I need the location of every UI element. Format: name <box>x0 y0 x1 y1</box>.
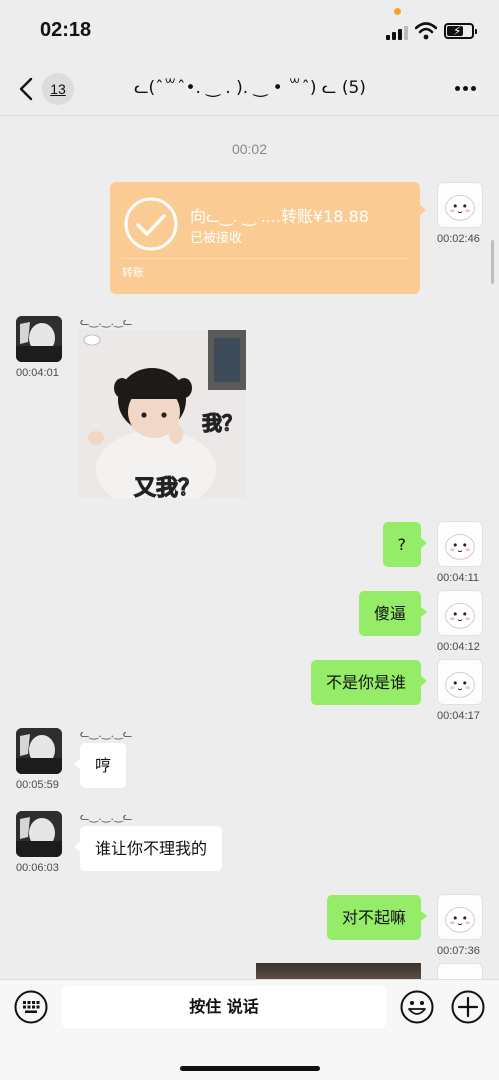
hold-to-talk-button[interactable]: 按住 说话 <box>62 986 386 1028</box>
chat-bubble[interactable]: 傻逼 <box>358 591 428 636</box>
message-timestamp: 00:04:11 <box>437 572 480 584</box>
my-avatar[interactable] <box>437 659 483 705</box>
my-avatar[interactable] <box>437 521 483 567</box>
my-avatar[interactable] <box>437 590 483 636</box>
sticker-caption-bottom: 又我？ <box>133 476 201 499</box>
cellular-signal-icon <box>386 24 408 40</box>
status-time: 02:18 <box>40 19 92 41</box>
transfer-type-label: 转账 <box>122 266 144 279</box>
chat-bubble[interactable]: 对不起嘛 <box>326 895 428 940</box>
chat-title: ᓚ(ˆ꒳ˆ•. ‿ . ). ‿ • ꒳ˆ) ᓚ (5) <box>134 78 366 98</box>
status-bar: 02:18 ⚡ <box>0 0 499 62</box>
my-avatar[interactable] <box>437 894 483 940</box>
contact-avatar[interactable] <box>16 728 62 774</box>
my-avatar[interactable] <box>437 963 483 979</box>
plus-circle-icon[interactable] <box>451 990 485 1024</box>
privacy-indicator-dot <box>394 8 401 15</box>
time-divider: 00:02 <box>231 141 268 157</box>
message-timestamp: 00:04:12 <box>437 641 480 653</box>
message-timestamp: 00:04:17 <box>437 710 480 722</box>
chat-bubble[interactable]: 谁让你不理我的 <box>73 826 223 871</box>
input-bar: 按住 说话 <box>0 979 499 1080</box>
sender-name: ᓚ‿.‿.‿ᓚ <box>80 315 133 328</box>
keyboard-icon[interactable] <box>14 990 48 1024</box>
transfer-title: 向ᓚ‿. ‿ ....转账¥18.88 <box>190 207 369 226</box>
sticker-caption-top: 我？ <box>202 411 243 436</box>
scrollbar[interactable] <box>491 240 494 284</box>
message-timestamp: 00:05:59 <box>16 779 59 791</box>
chat-bubble[interactable]: ? <box>382 522 427 567</box>
my-avatar[interactable] <box>437 182 483 228</box>
check-circle-icon <box>124 197 178 251</box>
chat-bubble[interactable]: 不是你是谁 <box>310 660 428 705</box>
transfer-divider <box>122 258 408 259</box>
message-timestamp: 00:02:46 <box>437 233 480 245</box>
message-timestamp: 00:04:01 <box>16 367 59 379</box>
contact-avatar[interactable] <box>16 316 62 362</box>
transfer-status: 已被接收 <box>190 231 243 246</box>
image-message-partial[interactable] <box>256 963 421 979</box>
ellipsis-icon[interactable] <box>455 86 476 92</box>
message-timestamp: 00:07:36 <box>437 945 480 957</box>
chat-header: 13 ᓚ(ˆ꒳ˆ•. ‿ . ). ‿ • ꒳ˆ) ᓚ (5) <box>0 62 499 116</box>
wifi-icon <box>415 22 437 40</box>
sticker-image[interactable]: 我？ 又我？ <box>78 330 246 498</box>
chevron-left-icon[interactable] <box>16 74 36 104</box>
message-timestamp: 00:06:03 <box>16 862 59 874</box>
battery-icon: ⚡ <box>444 23 477 39</box>
chat-bubble[interactable]: 哼 <box>73 743 127 788</box>
smiley-icon[interactable] <box>400 990 434 1024</box>
sender-name: ᓚ‿.‿.‿ᓚ <box>80 727 133 740</box>
contact-avatar[interactable] <box>16 811 62 857</box>
unread-count-badge[interactable]: 13 <box>42 73 74 105</box>
sender-name: ᓚ‿.‿.‿ᓚ <box>80 810 133 823</box>
home-indicator[interactable] <box>180 1066 320 1071</box>
transfer-card[interactable]: 向ᓚ‿. ‿ ....转账¥18.88 已被接收 转账 <box>110 182 426 294</box>
